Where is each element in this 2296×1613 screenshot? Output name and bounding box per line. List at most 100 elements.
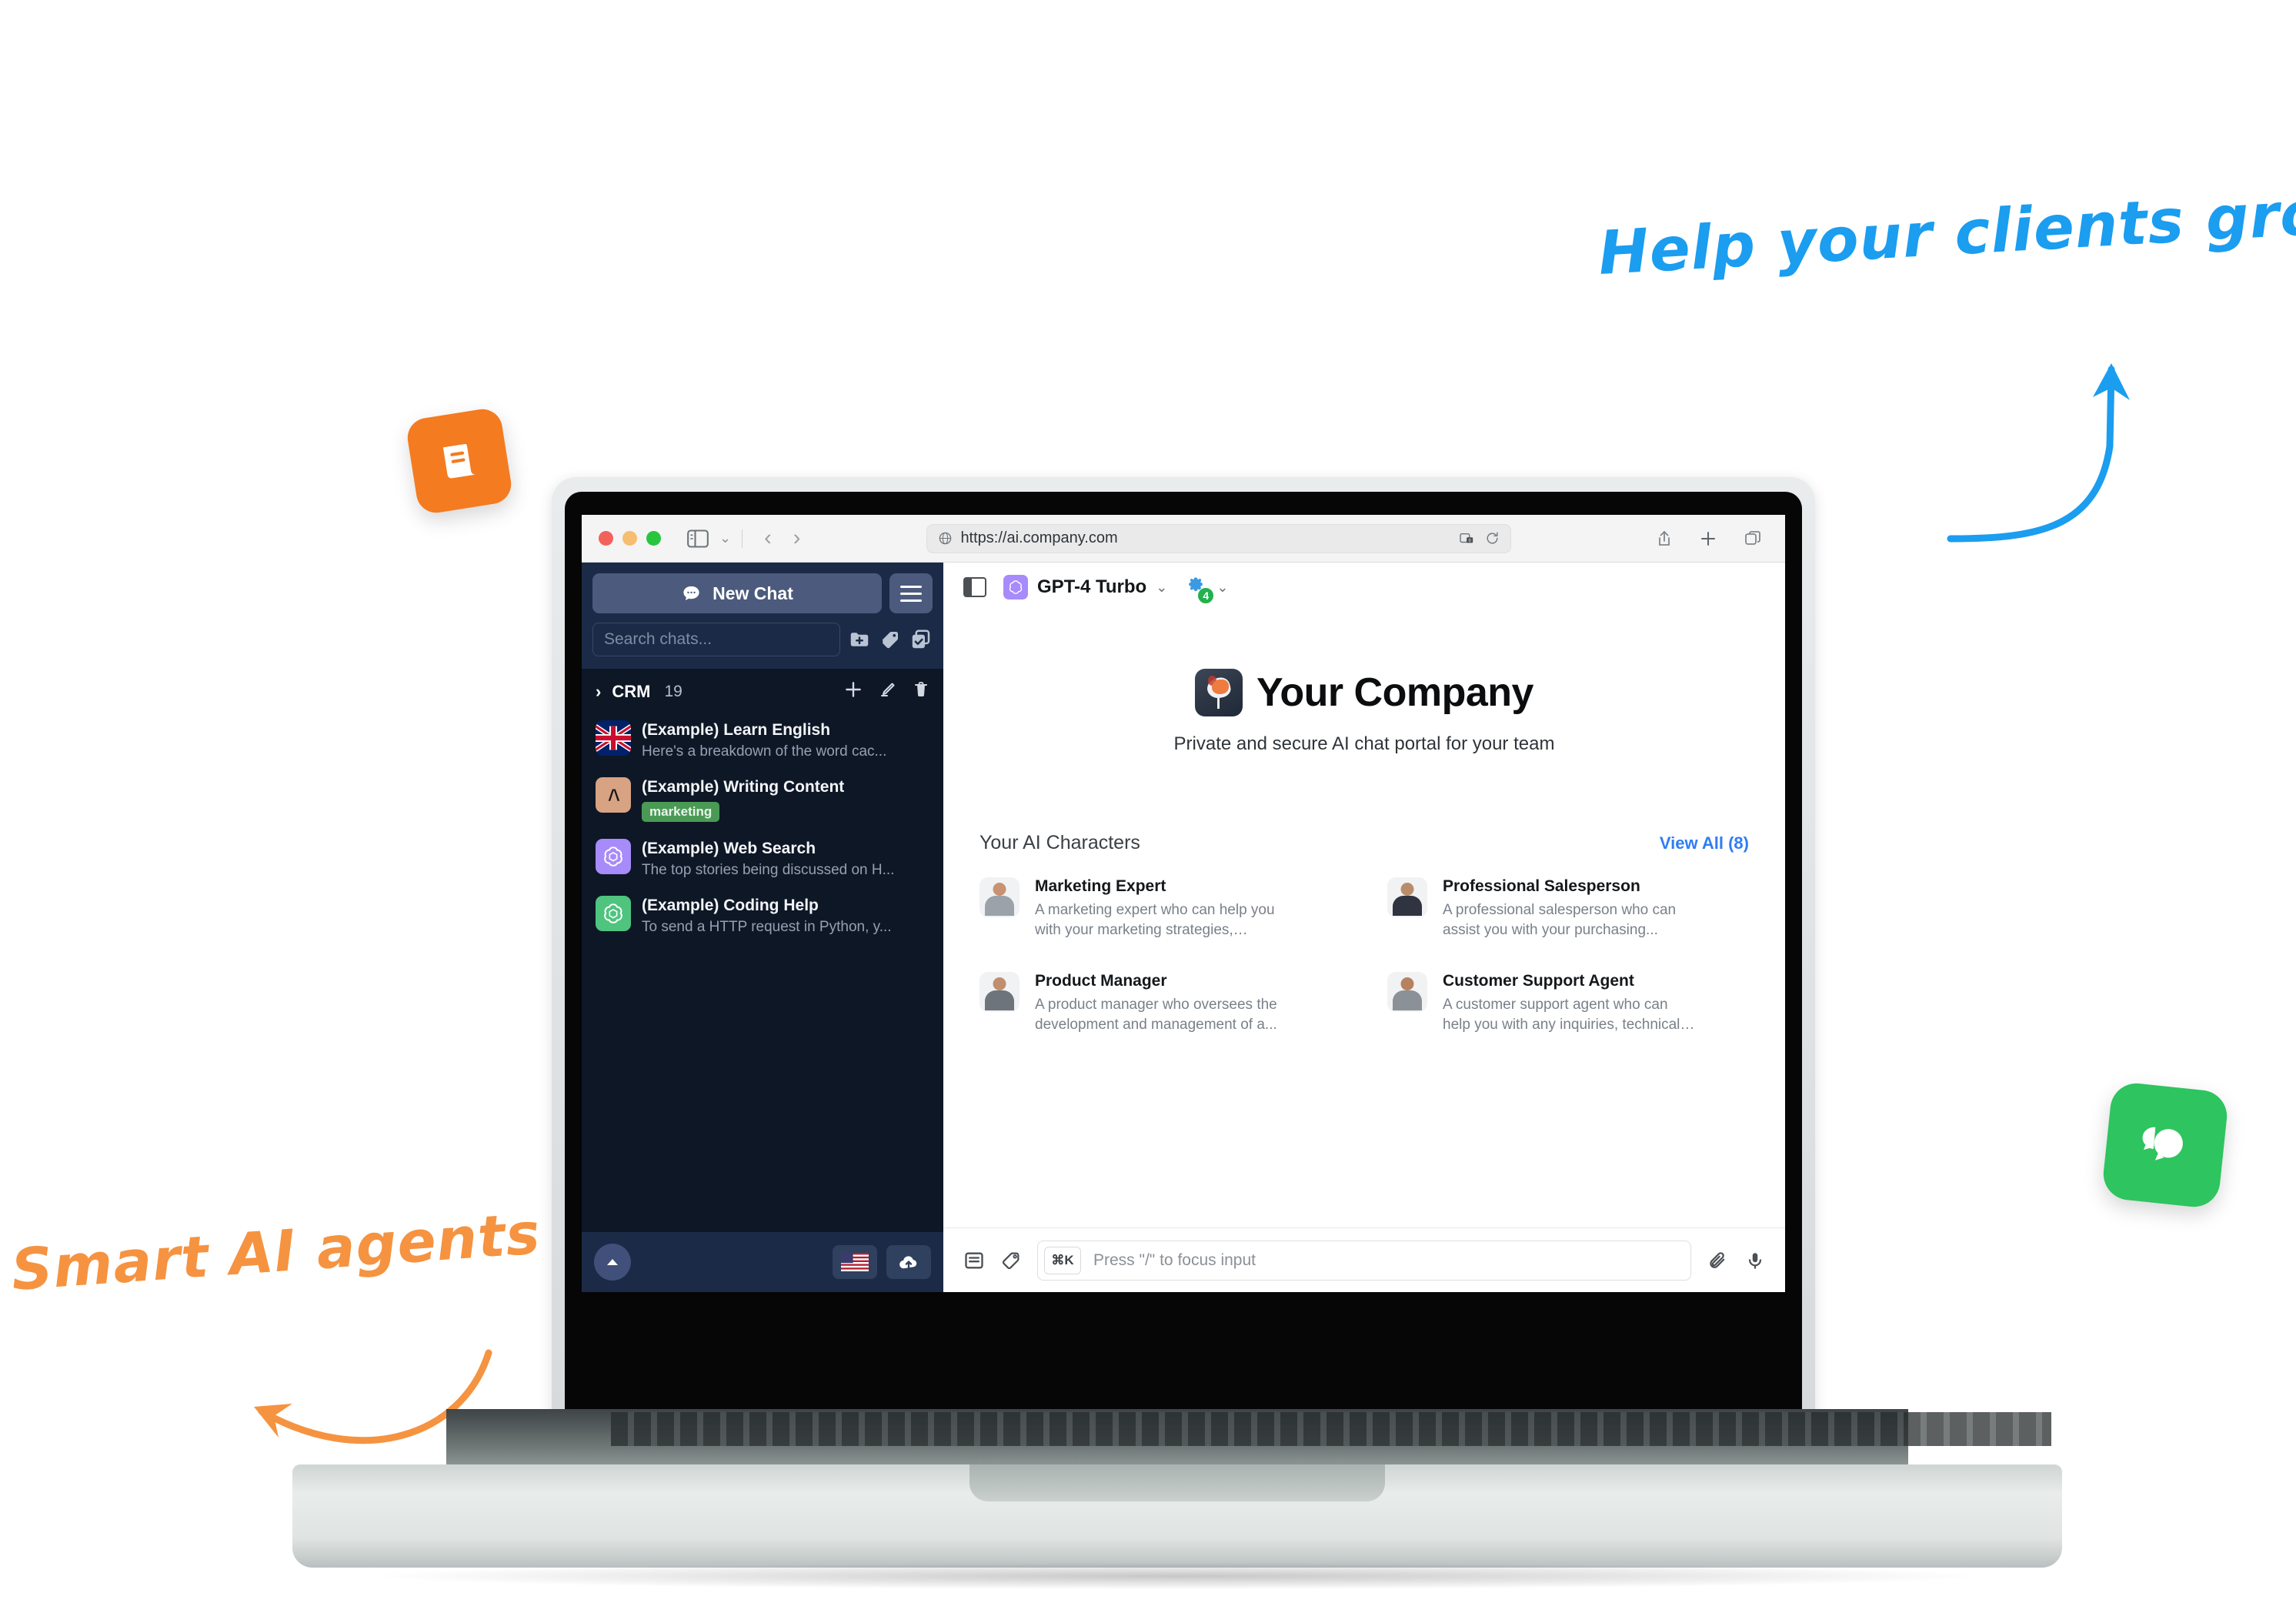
hamburger-icon-line [900,599,922,602]
character-name: Professional Salesperson [1443,877,1640,895]
chat-item-body: (Example) Web Search The top stories bei… [642,839,929,879]
chat-list-item[interactable]: (Example) Learn English Here's a breakdo… [582,713,943,770]
globe-icon [939,532,952,545]
chat-list: (Example) Learn English Here's a breakdo… [582,713,943,1232]
plugins-selector[interactable]: 4 ⌄ [1184,576,1228,604]
back-button[interactable]: ‹ [753,527,783,549]
character-card[interactable]: Customer Support Agent A customer suppor… [1387,972,1749,1034]
app-root: New Chat Search chats... › CRM 19 (Examp… [582,563,1785,1292]
prompt-library-icon[interactable] [963,1250,985,1271]
plugins-count-badge: 4 [1197,587,1215,604]
openai-icon [1003,575,1028,599]
hamburger-icon-line [900,585,922,588]
anthropic-icon [596,777,631,813]
delete-icon[interactable] [913,680,929,703]
new-chat-button[interactable]: New Chat [592,573,882,613]
brand-row: Your Company [1195,669,1533,716]
brand-subtitle: Private and secure AI chat portal for yo… [1173,733,1555,754]
select-multiple-icon[interactable] [909,628,933,651]
character-text: Product Manager A product manager who ov… [1035,972,1289,1034]
chevron-right-icon[interactable]: › [596,682,601,702]
address-bar[interactable]: https://ai.company.com 0 [926,523,1512,553]
main-panel: GPT-4 Turbo ⌄ 4 ⌄ Your Company Private a… [943,563,1785,1292]
sidebar-top-row: New Chat [592,573,933,613]
character-name: Product Manager [1035,972,1167,990]
chat-bubbles-icon [2142,1127,2183,1160]
tab-overview-icon[interactable] [1744,529,1762,548]
panel-toggle-icon[interactable] [963,577,986,597]
model-selector[interactable]: GPT-4 Turbo ⌄ [1003,575,1167,599]
main-header: GPT-4 Turbo ⌄ 4 ⌄ [943,563,1785,612]
ai-characters-title: Your AI Characters [979,832,1140,853]
paperclip-icon[interactable] [1707,1250,1728,1271]
composer-input[interactable]: Press "/" to focus input [1081,1251,1690,1270]
chat-item-title: (Example) Coding Help [642,897,819,914]
new-chat-label: New Chat [712,583,793,603]
view-all-characters-link[interactable]: View All (8) [1660,833,1749,853]
composer-input-wrapper[interactable]: ⌘K Press "/" to focus input [1037,1240,1691,1281]
person-avatar-icon [1387,972,1427,1013]
chat-bubble-icon [683,586,699,600]
ai-characters-header: Your AI Characters View All (8) [979,832,1749,854]
sidebar-menu-button[interactable] [889,573,933,613]
address-bar-actions[interactable]: 0 [1459,531,1500,546]
browser-toolbar: ⌄ ‹ › https://ai.company.com 0 [582,515,1785,563]
share-icon[interactable] [1656,529,1673,548]
folder-actions [843,680,929,703]
sidebar-footer-actions [833,1245,931,1279]
reload-icon[interactable] [1485,531,1500,546]
character-card[interactable]: Product Manager A product manager who ov… [979,972,1341,1034]
minimize-window-button[interactable] [622,531,637,546]
close-window-button[interactable] [599,531,613,546]
chat-item-tag[interactable]: marketing [642,802,720,822]
sidebar-footer [582,1232,943,1292]
brand-block: Your Company Private and secure AI chat … [1173,669,1555,755]
browser-window: ⌄ ‹ › https://ai.company.com 0 New Chat … [582,515,1785,1292]
ai-characters-section: Your AI Characters View All (8) Marketin… [979,832,1749,1035]
chat-list-item[interactable]: (Example) Coding Help To send a HTTP req… [582,888,943,945]
us-flag-icon[interactable] [833,1245,877,1279]
add-icon[interactable] [843,680,863,703]
cloud-upload-icon[interactable] [886,1245,931,1279]
new-folder-icon[interactable] [848,628,871,651]
sidebar-toggle-icon[interactable] [687,529,709,548]
chat-item-body: (Example) Learn English Here's a breakdo… [642,720,929,760]
reader-mode-icon[interactable]: 0 [1459,532,1476,546]
laptop-base [292,1409,2062,1589]
edit-icon[interactable] [879,680,897,703]
uk-flag-icon [596,720,631,756]
laptop-mockup: ⌄ ‹ › https://ai.company.com 0 New Chat … [292,477,2062,1589]
chevron-up-icon[interactable] [594,1244,631,1281]
person-avatar-icon [979,972,1020,1013]
character-card[interactable]: Professional Salesperson A professional … [1387,877,1749,940]
character-card[interactable]: Marketing Expert A marketing expert who … [979,877,1341,940]
browser-right-actions [1656,529,1768,548]
chevron-down-icon[interactable]: ⌄ [1156,579,1167,596]
character-description: A product manager who oversees the devel… [1035,997,1277,1033]
openai-purple-icon [596,839,631,874]
character-name: Customer Support Agent [1443,972,1634,990]
composer-actions [1707,1250,1765,1271]
svg-text:0: 0 [1469,539,1471,543]
tag-pen-icon[interactable] [1000,1250,1022,1271]
window-traffic-lights[interactable] [599,531,661,546]
zoom-window-button[interactable] [646,531,661,546]
chevron-down-icon[interactable]: ⌄ [1216,579,1228,596]
plus-icon[interactable] [1699,529,1717,548]
search-chats-input[interactable] [592,623,840,656]
person-avatar-icon [1387,877,1427,917]
chat-bubbles-icon-badge [2101,1080,2230,1210]
folder-name: CRM [612,681,651,701]
tag-icon[interactable] [879,628,902,651]
microphone-icon[interactable] [1745,1250,1765,1271]
url-text: https://ai.company.com [960,529,1118,546]
model-name-label: GPT-4 Turbo [1037,576,1147,597]
folder-row-crm[interactable]: › CRM 19 [582,669,943,713]
forward-button[interactable]: › [783,527,812,549]
chat-item-title: (Example) Writing Content [642,778,845,796]
character-text: Marketing Expert A marketing expert who … [1035,877,1289,940]
page-title: Your Company [1256,670,1533,715]
chat-list-item[interactable]: (Example) Writing Content marketing [582,770,943,831]
chat-list-item[interactable]: (Example) Web Search The top stories bei… [582,831,943,888]
sidebar-toggle-chevron-down-icon[interactable]: ⌄ [719,530,731,546]
